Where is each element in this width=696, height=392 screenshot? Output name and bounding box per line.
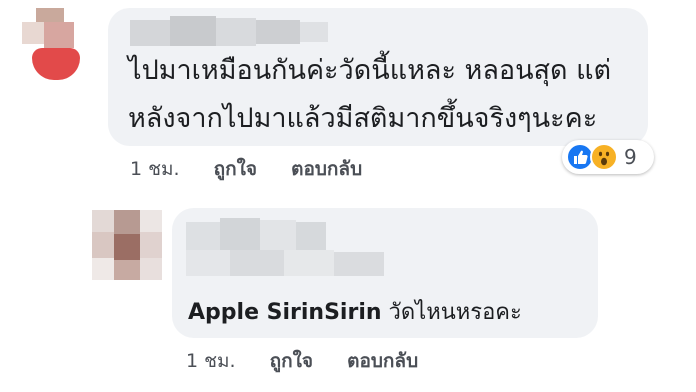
comment-bubble-1: ไปมาเหมือนกันค่ะวัดนี้แหละ หลอนสุด แต่ ห… [108, 8, 648, 146]
avatar-pixel [92, 210, 114, 232]
comment-2-message: วัดไหนหรอคะ [388, 300, 522, 325]
like-button[interactable]: ถูกใจ [270, 350, 313, 372]
avatar-pixel [114, 210, 140, 234]
like-button[interactable]: ถูกใจ [214, 158, 257, 180]
avatar-pixel [92, 258, 114, 280]
comment-1-timestamp[interactable]: 1 ชม. [130, 158, 180, 180]
reactions-badge[interactable]: 9 [562, 140, 654, 174]
avatar-pixel [140, 258, 162, 280]
avatar-pixel [114, 234, 140, 260]
avatar-commenter-2[interactable] [92, 210, 172, 286]
comment-2-text: Apple SirinSirin วัดไหนหรอคะ [188, 294, 522, 329]
comment-bubble-2: Apple SirinSirin วัดไหนหรอคะ [172, 208, 598, 338]
avatar-pixel [140, 232, 162, 258]
avatar-pixel [22, 22, 44, 44]
reaction-count: 9 [624, 145, 637, 169]
comment-1-text-line-1: ไปมาเหมือนกันค่ะวัดนี้แหละ หลอนสุด แต่ [128, 55, 612, 86]
avatar-pixel [32, 48, 80, 80]
avatar-pixel [44, 22, 74, 48]
avatar-pixel [114, 260, 140, 280]
comment-1-actions: 1 ชม. ถูกใจ ตอบกลับ [130, 154, 390, 184]
reply-button[interactable]: ตอบกลับ [347, 350, 418, 372]
wow-icon [590, 143, 618, 171]
blurred-commenter-name[interactable] [186, 218, 416, 288]
comment-2-timestamp[interactable]: 1 ชม. [186, 350, 236, 372]
avatar-pixel [92, 232, 114, 258]
reply-button[interactable]: ตอบกลับ [291, 158, 362, 180]
avatar-commenter-1[interactable] [14, 0, 86, 84]
comment-2-actions: 1 ชม. ถูกใจ ตอบกลับ [186, 346, 446, 376]
tagged-user-link[interactable]: Apple SirinSirin [188, 300, 382, 325]
blurred-commenter-name[interactable] [130, 14, 330, 50]
comment-1-text-line-2: หลังจากไปมาแล้วมีสติมากขึ้นจริงๆนะคะ [128, 103, 598, 134]
avatar-pixel [140, 210, 162, 232]
